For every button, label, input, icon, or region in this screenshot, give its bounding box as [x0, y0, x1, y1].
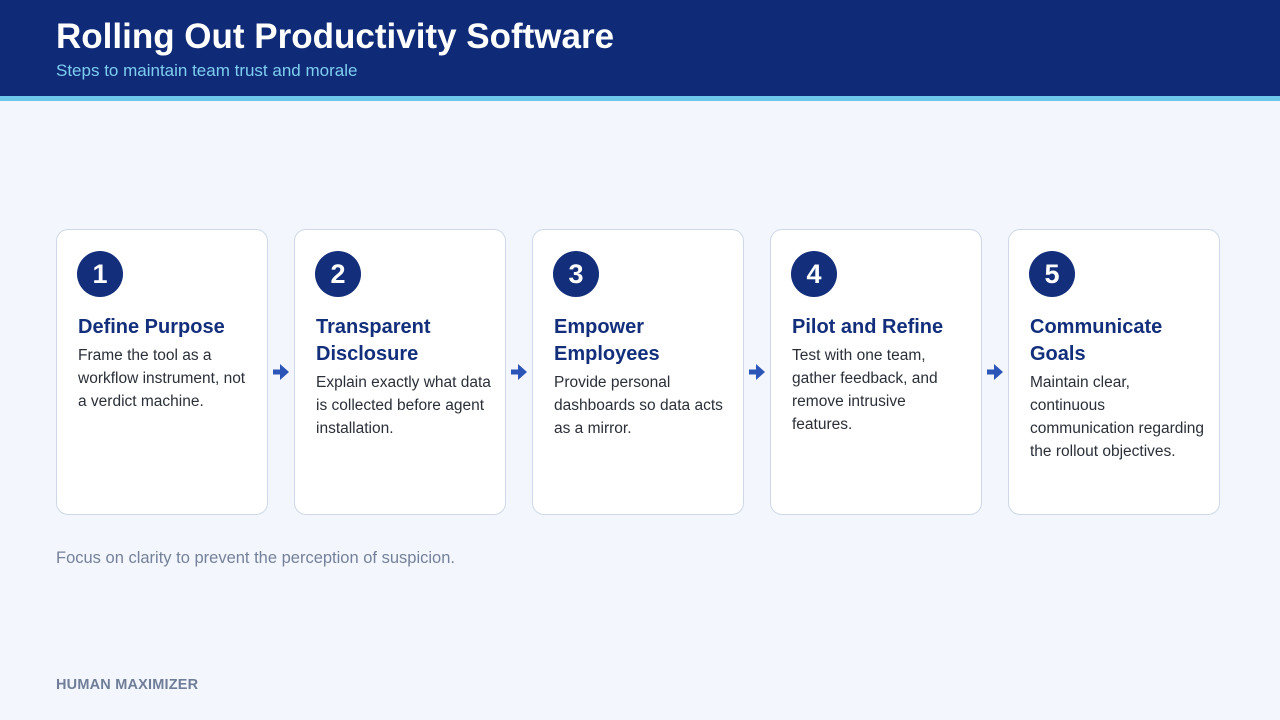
step-title: Empower Employees	[554, 316, 660, 365]
arrow-right-icon	[749, 364, 765, 380]
step-description: Explain exactly what data is collected b…	[316, 374, 491, 437]
step-card-5: 5 Communicate Goals Maintain clear, cont…	[1008, 229, 1220, 515]
step-title: Pilot and Refine	[792, 316, 944, 338]
step-number-badge: 3	[553, 251, 599, 297]
header-bar: Rolling Out Productivity Software Steps …	[0, 0, 1280, 96]
step-number-badge: 5	[1029, 251, 1075, 297]
arrow-right-icon	[511, 364, 527, 380]
step-description: Maintain clear, continuous communication…	[1030, 374, 1205, 460]
arrow-right-icon	[273, 364, 289, 380]
step-card-4: 4 Pilot and Refine Test with one team, g…	[770, 229, 982, 515]
step-description: Provide personal dashboards so data acts…	[554, 374, 723, 437]
brand-name: HUMAN MAXIMIZER	[56, 677, 199, 693]
step-card-3: 3 Empower Employees Provide personal das…	[532, 229, 744, 515]
step-card-1: 1 Define Purpose Frame the tool as a wor…	[56, 229, 268, 515]
step-title: Transparent Disclosure	[316, 316, 431, 365]
page-subtitle: Steps to maintain team trust and morale	[56, 61, 358, 80]
footnote: Focus on clarity to prevent the percepti…	[56, 549, 455, 567]
step-number-badge: 2	[315, 251, 361, 297]
step-description: Test with one team, gather feedback, and…	[792, 347, 938, 433]
arrow-right-icon	[987, 364, 1003, 380]
step-card-2: 2 Transparent Disclosure Explain exactly…	[294, 229, 506, 515]
step-number-badge: 4	[791, 251, 837, 297]
step-title: Define Purpose	[78, 316, 225, 338]
header-accent-line	[0, 96, 1280, 101]
step-title: Communicate Goals	[1030, 316, 1163, 365]
step-description: Frame the tool as a workflow instrument,…	[78, 347, 246, 410]
step-number-badge: 1	[77, 251, 123, 297]
page-title: Rolling Out Productivity Software	[56, 17, 615, 56]
